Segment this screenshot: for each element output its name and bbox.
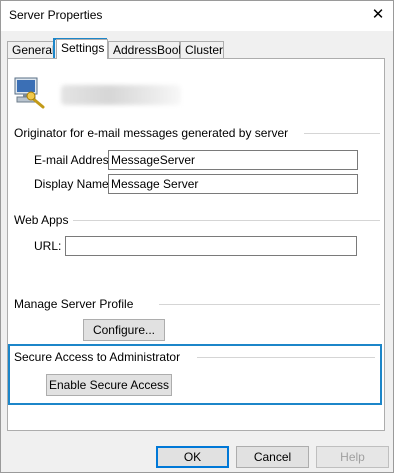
display-name-label: Display Name: <box>34 177 113 191</box>
title-bar: Server Properties ✕ <box>1 1 393 31</box>
url-label: URL: <box>34 239 62 253</box>
tab-general[interactable]: General <box>7 41 55 58</box>
server-computer-icon <box>13 77 47 109</box>
display-name-field[interactable] <box>108 174 358 194</box>
server-name-redacted <box>61 85 181 105</box>
manage-server-profile-label: Manage Server Profile <box>14 297 138 311</box>
web-apps-group-line <box>73 220 380 221</box>
ok-button[interactable]: OK <box>156 446 229 468</box>
server-properties-dialog: Server Properties ✕ General Settings Add… <box>0 0 394 473</box>
url-field[interactable] <box>65 236 357 256</box>
cancel-button[interactable]: Cancel <box>236 446 309 468</box>
enable-secure-access-button[interactable]: Enable Secure Access <box>46 374 172 396</box>
email-address-label: E-mail Address: <box>34 153 119 167</box>
secure-access-group-label: Secure Access to Administrator <box>14 350 185 364</box>
window-title: Server Properties <box>9 8 103 22</box>
secure-access-group-line <box>197 357 375 358</box>
web-apps-group-label: Web Apps <box>14 213 73 227</box>
manage-server-profile-line <box>159 304 380 305</box>
tab-cluster[interactable]: Cluster <box>180 41 224 58</box>
originator-group-line <box>304 133 380 134</box>
tab-settings[interactable]: Settings <box>56 39 108 59</box>
close-icon[interactable]: ✕ <box>363 1 393 29</box>
tab-addressbook[interactable]: AddressBook <box>108 41 184 58</box>
email-address-field[interactable] <box>108 150 358 170</box>
configure-button[interactable]: Configure... <box>83 319 165 341</box>
originator-group-label: Originator for e-mail messages generated… <box>14 126 293 140</box>
help-button[interactable]: Help <box>316 446 389 468</box>
